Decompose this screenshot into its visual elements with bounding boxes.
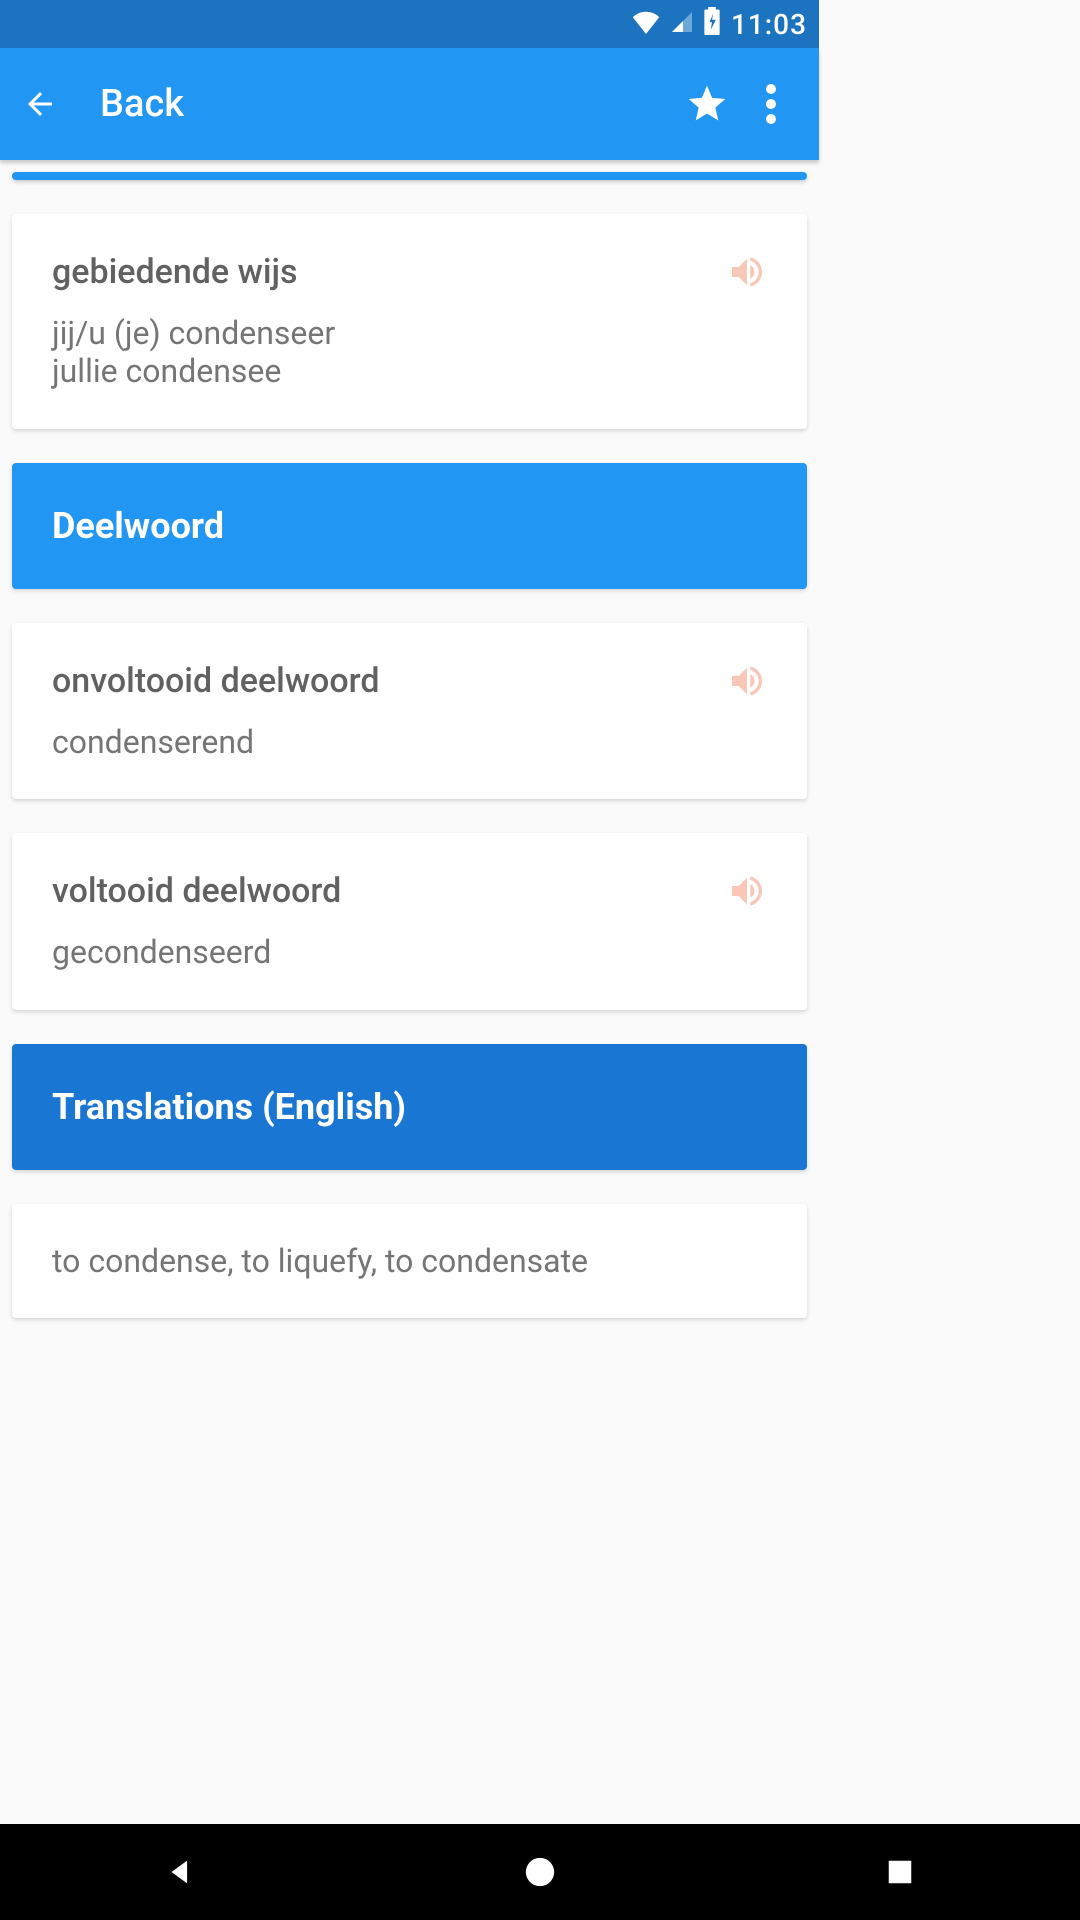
app-bar: Back bbox=[0, 48, 819, 160]
status-bar: 11:03 bbox=[0, 0, 819, 48]
card-body-line: condenserend bbox=[52, 723, 767, 761]
section-deelwoord: Deelwoord bbox=[12, 463, 807, 589]
card-body-line: jij/u (je) condenseer bbox=[52, 314, 767, 352]
status-time: 11:03 bbox=[731, 8, 807, 41]
card-title: onvoltooid deelwoord bbox=[52, 661, 767, 701]
page-title: Back bbox=[100, 82, 675, 126]
card-title: voltooid deelwoord bbox=[52, 871, 767, 911]
speaker-icon[interactable] bbox=[727, 871, 767, 911]
onvoltooid-card: onvoltooid deelwoord condenserend bbox=[12, 623, 807, 799]
more-vert-icon[interactable] bbox=[739, 72, 803, 136]
imperative-card: gebiedende wijs jij/u (je) condenseer ju… bbox=[12, 214, 807, 429]
content-area: gebiedende wijs jij/u (je) condenseer ju… bbox=[0, 160, 819, 1364]
section-translations: Translations (English) bbox=[12, 1044, 807, 1170]
speaker-icon[interactable] bbox=[727, 252, 767, 292]
nav-home-icon[interactable] bbox=[510, 1842, 570, 1902]
speaker-icon[interactable] bbox=[727, 661, 767, 701]
card-body-line: jullie condensee bbox=[52, 352, 767, 390]
translations-card: to condense, to liquefy, to condensate bbox=[12, 1204, 807, 1318]
favorite-star-icon[interactable] bbox=[675, 72, 739, 136]
card-title: gebiedende wijs bbox=[52, 252, 767, 292]
wifi-icon bbox=[627, 8, 661, 41]
card-body-line: gecondenseerd bbox=[52, 933, 767, 971]
voltooid-card: voltooid deelwoord gecondenseerd bbox=[12, 833, 807, 1009]
battery-charging-icon bbox=[699, 7, 721, 42]
previous-card-sliver bbox=[12, 172, 807, 180]
translation-text: to condense, to liquefy, to condensate bbox=[52, 1242, 767, 1280]
nav-recent-icon[interactable] bbox=[870, 1842, 930, 1902]
system-nav-bar bbox=[0, 1824, 1080, 1920]
cell-signal-icon bbox=[665, 8, 695, 41]
nav-back-icon[interactable] bbox=[150, 1842, 210, 1902]
back-arrow-icon[interactable] bbox=[16, 80, 64, 128]
